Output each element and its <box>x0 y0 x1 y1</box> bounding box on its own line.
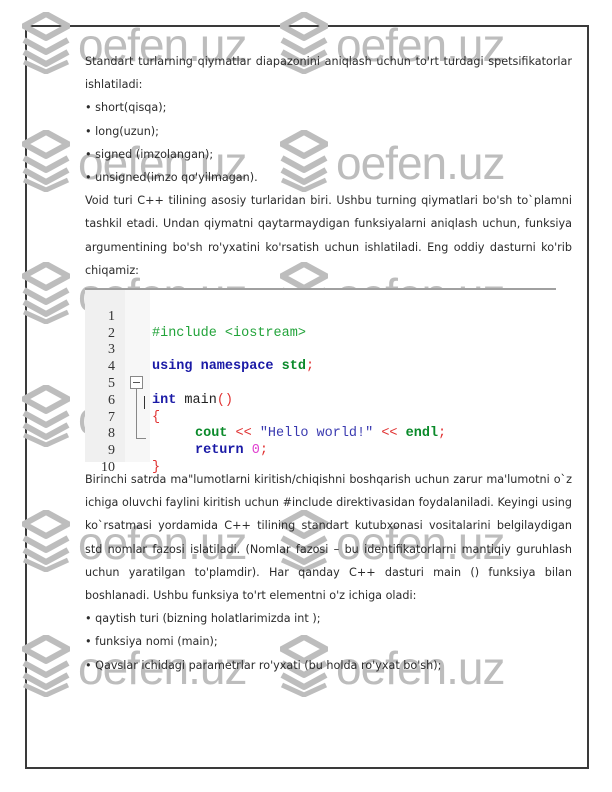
code-line: 9 } <box>85 426 160 475</box>
document-body: Standart turlarning qiymatlar diapazonin… <box>85 50 572 677</box>
intro-paragraph: Standart turlarning qiymatlar diapazonin… <box>85 55 572 92</box>
code-token: } <box>152 460 161 476</box>
code-token: "Hello world!" <box>259 426 374 442</box>
fold-guide-line <box>136 388 137 439</box>
code-line: 8 return 0; <box>85 410 268 458</box>
line-number: 10 <box>101 460 115 476</box>
code-line: 10 <box>85 443 134 475</box>
list-item: • short(qisqa); <box>85 101 167 115</box>
explain-paragraph: Birinchi satrda ma"lumotlarni kiritish/c… <box>85 473 572 603</box>
code-line: 5 int main() <box>85 359 233 408</box>
code-token: cout <box>195 426 228 442</box>
code-token: ; <box>259 443 268 459</box>
code-token: ; <box>305 359 315 375</box>
code-line: 2 <box>85 309 134 341</box>
code-token: ; <box>438 426 447 442</box>
code-line: 7 cout << "Hello world!" << endl; <box>85 393 446 442</box>
code-token: int <box>152 392 177 408</box>
code-token: << <box>373 426 406 442</box>
code-token: main <box>176 392 217 408</box>
fold-guide-end <box>136 438 146 440</box>
code-line: 4 <box>85 342 134 374</box>
code-token: return <box>195 443 244 459</box>
list-item: • unsigned(imzo qo'yilmagan). <box>85 171 258 185</box>
code-token: () <box>216 392 234 408</box>
code-token: << <box>227 426 260 442</box>
code-screenshot: 1 #include <iostream> 2 3 using namespac… <box>85 288 556 475</box>
code-token: using namespace <box>152 359 282 375</box>
code-token: std <box>281 359 306 375</box>
code-line: 3 using namespace std; <box>85 326 314 374</box>
code-token: 0 <box>243 443 260 459</box>
code-token: #include <iostream> <box>152 325 306 341</box>
list-item: • Qavslar ichidagi parametrlar ro'yxati … <box>85 658 442 672</box>
code-line: 1 #include <iostream> <box>85 292 306 341</box>
list-item: • long(uzun); <box>85 124 159 138</box>
code-line: 6 { <box>85 376 160 425</box>
code-token: { <box>152 409 161 425</box>
list-item: • signed (imzolangan); <box>85 147 214 161</box>
list-item: • funksiya nomi (main); <box>85 635 218 649</box>
void-paragraph: Void turi C++ tilining asosiy turlaridan… <box>85 194 572 277</box>
text-caret <box>144 396 145 410</box>
list-item: • qaytish turi (bizning holatlarimizda i… <box>85 612 321 626</box>
code-token: endl <box>405 426 439 442</box>
